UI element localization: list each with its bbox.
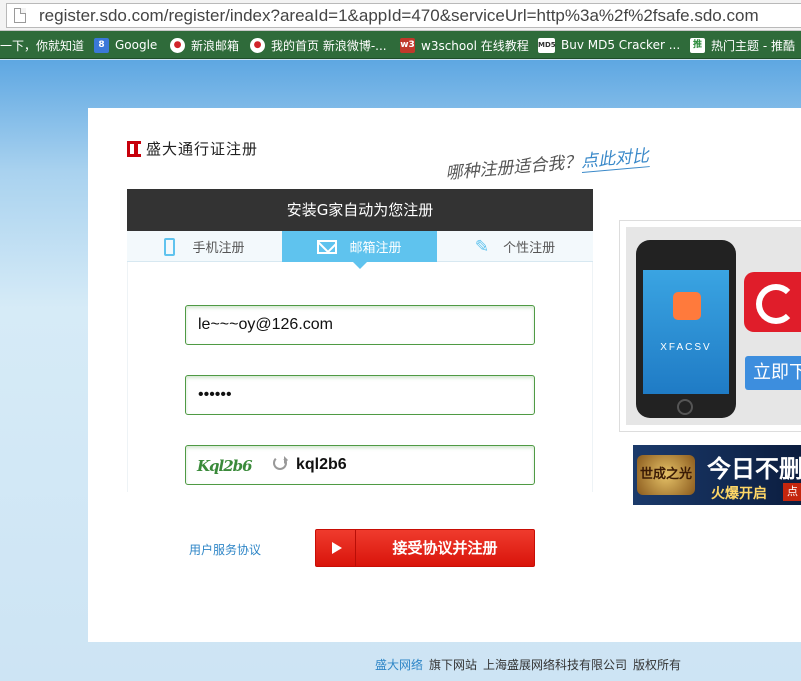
bookmark-label: 我的首页 新浪微博-...: [271, 38, 387, 53]
google-icon: 8: [94, 37, 109, 53]
app-name: XFACSV: [660, 342, 712, 353]
email-field[interactable]: [185, 305, 535, 345]
pen-icon: ✎: [474, 236, 490, 257]
bookmarks-bar: 一下，你就知道 8 Google ● 新浪邮箱 ● 我的首页 新浪微博-... …: [0, 31, 801, 59]
footer-site: 旗下网站: [429, 658, 478, 672]
footer-company: 上海盛展网络科技有限公司: [483, 658, 628, 672]
password-input[interactable]: [198, 384, 518, 406]
bookmark-tuicool[interactable]: 推 热门主题 - 推酷: [690, 36, 795, 54]
url-text[interactable]: register.sdo.com/register/index?areaId=1…: [39, 5, 759, 27]
game-ad[interactable]: 世成之光 今日不删 火爆开启 点: [633, 445, 801, 505]
refresh-icon[interactable]: [273, 456, 288, 470]
tab-phone[interactable]: 手机注册: [127, 231, 282, 262]
footer-rights: 版权所有: [633, 658, 682, 672]
tab-custom[interactable]: ✎ 个性注册: [437, 231, 593, 262]
game-ad-badge: 点: [783, 483, 801, 501]
tab-label: 手机注册: [192, 241, 245, 256]
g-app-icon: [744, 272, 801, 332]
register-tabs: 手机注册 邮箱注册 ✎ 个性注册: [127, 231, 593, 269]
submit-label: 接受协议并注册: [392, 539, 498, 557]
bookmark-label: Google: [115, 38, 158, 52]
captcha-image[interactable]: Kql2b6: [189, 452, 267, 480]
bookmark-weibo-home[interactable]: ● 我的首页 新浪微博-...: [250, 36, 387, 54]
bookmark-google[interactable]: 8 Google: [94, 36, 157, 54]
email-input[interactable]: [198, 314, 518, 336]
weibo-icon: ●: [170, 37, 185, 53]
url-field[interactable]: register.sdo.com/register/index?areaId=1…: [6, 3, 801, 28]
bookmark-w3school[interactable]: w3 w3school 在线教程: [400, 36, 529, 54]
game-ad-subtitle: 火爆开启: [711, 486, 767, 502]
bookmark-label: 一下，你就知道: [0, 38, 85, 53]
sdo-logo-icon: [127, 140, 141, 157]
address-bar: register.sdo.com/register/index?areaId=1…: [0, 0, 801, 31]
phone-icon: [164, 237, 176, 256]
mail-icon: [317, 239, 338, 254]
password-field[interactable]: [185, 375, 535, 415]
tab-label: 个性注册: [503, 241, 556, 256]
game-ad-title: 今日不删: [707, 455, 801, 483]
page-icon: [14, 8, 26, 23]
download-button[interactable]: 立即下: [745, 356, 801, 390]
tab-email[interactable]: 邮箱注册: [282, 231, 437, 269]
bookmark-md5[interactable]: MD5 Buv MD5 Cracker ...: [538, 36, 680, 54]
captcha-field[interactable]: Kql2b6: [185, 445, 535, 485]
bookmark-baidu[interactable]: 一下，你就知道: [0, 36, 84, 54]
footer: 盛大网络 旗下网站 上海盛展网络科技有限公司 版权所有: [375, 656, 687, 673]
tab-label: 邮箱注册: [349, 241, 402, 256]
bookmark-label: 新浪邮箱: [191, 38, 240, 53]
phone-screen: XFACSV: [643, 270, 729, 394]
game-logo: 世成之光: [637, 455, 695, 495]
agreement-link[interactable]: 用户服务协议: [189, 541, 261, 558]
app-ad[interactable]: XFACSV 立即下: [619, 220, 801, 432]
footer-brand-link[interactable]: 盛大网络: [375, 658, 423, 672]
captcha-input[interactable]: [296, 454, 516, 476]
panel-header[interactable]: 安装G家自动为您注册: [127, 189, 593, 231]
page-title: 盛大通行证注册: [127, 138, 258, 159]
home-button-icon: [677, 399, 693, 415]
bookmark-label: w3school 在线教程: [421, 38, 529, 53]
play-icon: [316, 530, 356, 566]
bookmark-sina-mail[interactable]: ● 新浪邮箱: [170, 36, 239, 54]
submit-button[interactable]: 接受协议并注册: [315, 529, 535, 567]
phone-image: XFACSV: [636, 240, 736, 418]
bookmark-label: 热门主题 - 推酷: [711, 38, 795, 53]
weibo-icon: ●: [250, 37, 265, 53]
app-mascot-icon: [673, 292, 701, 320]
bookmark-label: Buv MD5 Cracker ...: [561, 38, 681, 52]
tuicool-icon: 推: [690, 37, 705, 53]
app-ad-image: XFACSV 立即下: [626, 227, 801, 425]
md5-icon: MD5: [538, 37, 556, 53]
page-title-text: 盛大通行证注册: [146, 140, 259, 158]
w3school-icon: w3: [400, 37, 415, 53]
